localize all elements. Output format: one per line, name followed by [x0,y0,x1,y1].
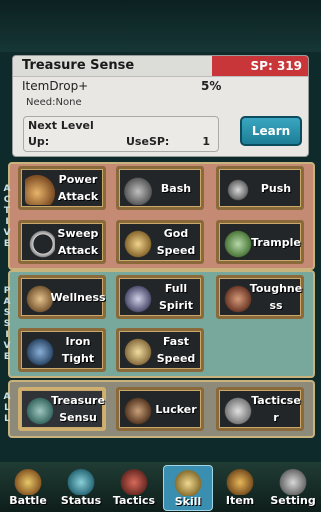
use-sp-value: 1 [202,135,210,148]
tab-label: Status [60,494,102,507]
god-speed-icon [123,229,153,259]
skill-toughness[interactable]: Toughne ss [216,275,304,319]
tab-tactics[interactable]: Tactics [110,465,158,509]
skill-effect: ItemDrop+ [22,79,89,93]
tab-item[interactable]: Item [216,465,264,509]
trample-icon [223,229,253,259]
skill-sweep-attack[interactable]: Sweep Attack [18,220,106,264]
skill-label: Treasure Sensu [51,394,105,424]
skill-requirement: Need:None [26,97,82,108]
bash-icon [123,175,153,205]
power-attack-icon [25,175,55,205]
use-sp-label: UseSP: [126,135,170,148]
skill-lucker[interactable]: Lucker [116,387,204,431]
tab-label: Item [225,494,255,507]
skill-label: Push [260,181,292,195]
skill-info-panel: Treasure Sense SP: 319 ItemDrop+ 5% Need… [12,55,309,157]
skill-label: Lucker [155,402,197,416]
tab-setting[interactable]: Setting [269,465,317,509]
skill-treasure-sensu[interactable]: Treasure Sensu [18,387,106,431]
iron-tight-icon [25,337,55,367]
tab-label: Tactics [112,494,156,507]
status-icon [66,467,96,495]
up-label: Up: [28,135,50,148]
tab-label: Battle [9,494,47,507]
fast-speed-icon [123,337,153,367]
skill-title-bar: Treasure Sense SP: 319 [13,56,308,77]
tab-skill[interactable]: Skill [163,465,213,511]
skill-label: Power Attack [57,173,99,203]
full-spirit-icon [123,284,153,314]
skill-god-speed[interactable]: God Speed [116,220,204,264]
skill-label: Fast Speed [156,335,196,365]
battle-icon [13,467,43,495]
skill-tacticser[interactable]: Tacticse r [216,387,304,431]
all-label: A L L [3,392,11,424]
top-banner [0,0,321,52]
push-icon [223,175,253,205]
skill-label: Iron Tight [61,335,95,365]
skill-icon [173,468,203,496]
next-level-label: Next Level [28,119,94,132]
skill-bash[interactable]: Bash [116,166,204,210]
tab-label: Setting [270,494,316,507]
skill-label: Bash [160,181,192,195]
sp-badge: SP: 319 [212,56,308,76]
next-level-box: Next Level Up: UseSP: 1 [23,116,219,152]
lucker-icon [123,396,153,426]
skill-title: Treasure Sense [22,58,135,73]
active-label: A C T I V E [3,184,11,249]
tacticser-icon [223,396,253,426]
skill-label: Tacticse r [251,394,301,424]
tab-battle[interactable]: Battle [4,465,52,509]
sweep-attack-icon [25,229,55,259]
toughness-icon [223,284,253,314]
skill-label: Full Spirit [158,282,194,312]
skill-wellness[interactable]: Wellness [18,275,106,319]
skill-push[interactable]: Push [216,166,304,210]
tab-status[interactable]: Status [57,465,105,509]
skill-full-spirit[interactable]: Full Spirit [116,275,204,319]
skill-fast-speed[interactable]: Fast Speed [116,328,204,372]
skill-trample[interactable]: Trample [216,220,304,264]
tactics-icon [119,467,149,495]
skill-iron-tight[interactable]: Iron Tight [18,328,106,372]
skill-label: Toughne ss [249,282,303,312]
tab-label: Skill [174,495,202,508]
learn-button[interactable]: Learn [240,116,302,146]
passive-label: P A S S I V E [3,286,11,362]
skill-label: Wellness [50,290,106,304]
skill-label: Trample [251,235,301,249]
item-icon [225,467,255,495]
skill-label: Sweep Attack [57,227,99,257]
skill-effect-percent: 5% [201,79,222,93]
skill-label: God Speed [156,227,196,257]
skill-power-attack[interactable]: Power Attack [18,166,106,210]
setting-icon [278,467,308,495]
